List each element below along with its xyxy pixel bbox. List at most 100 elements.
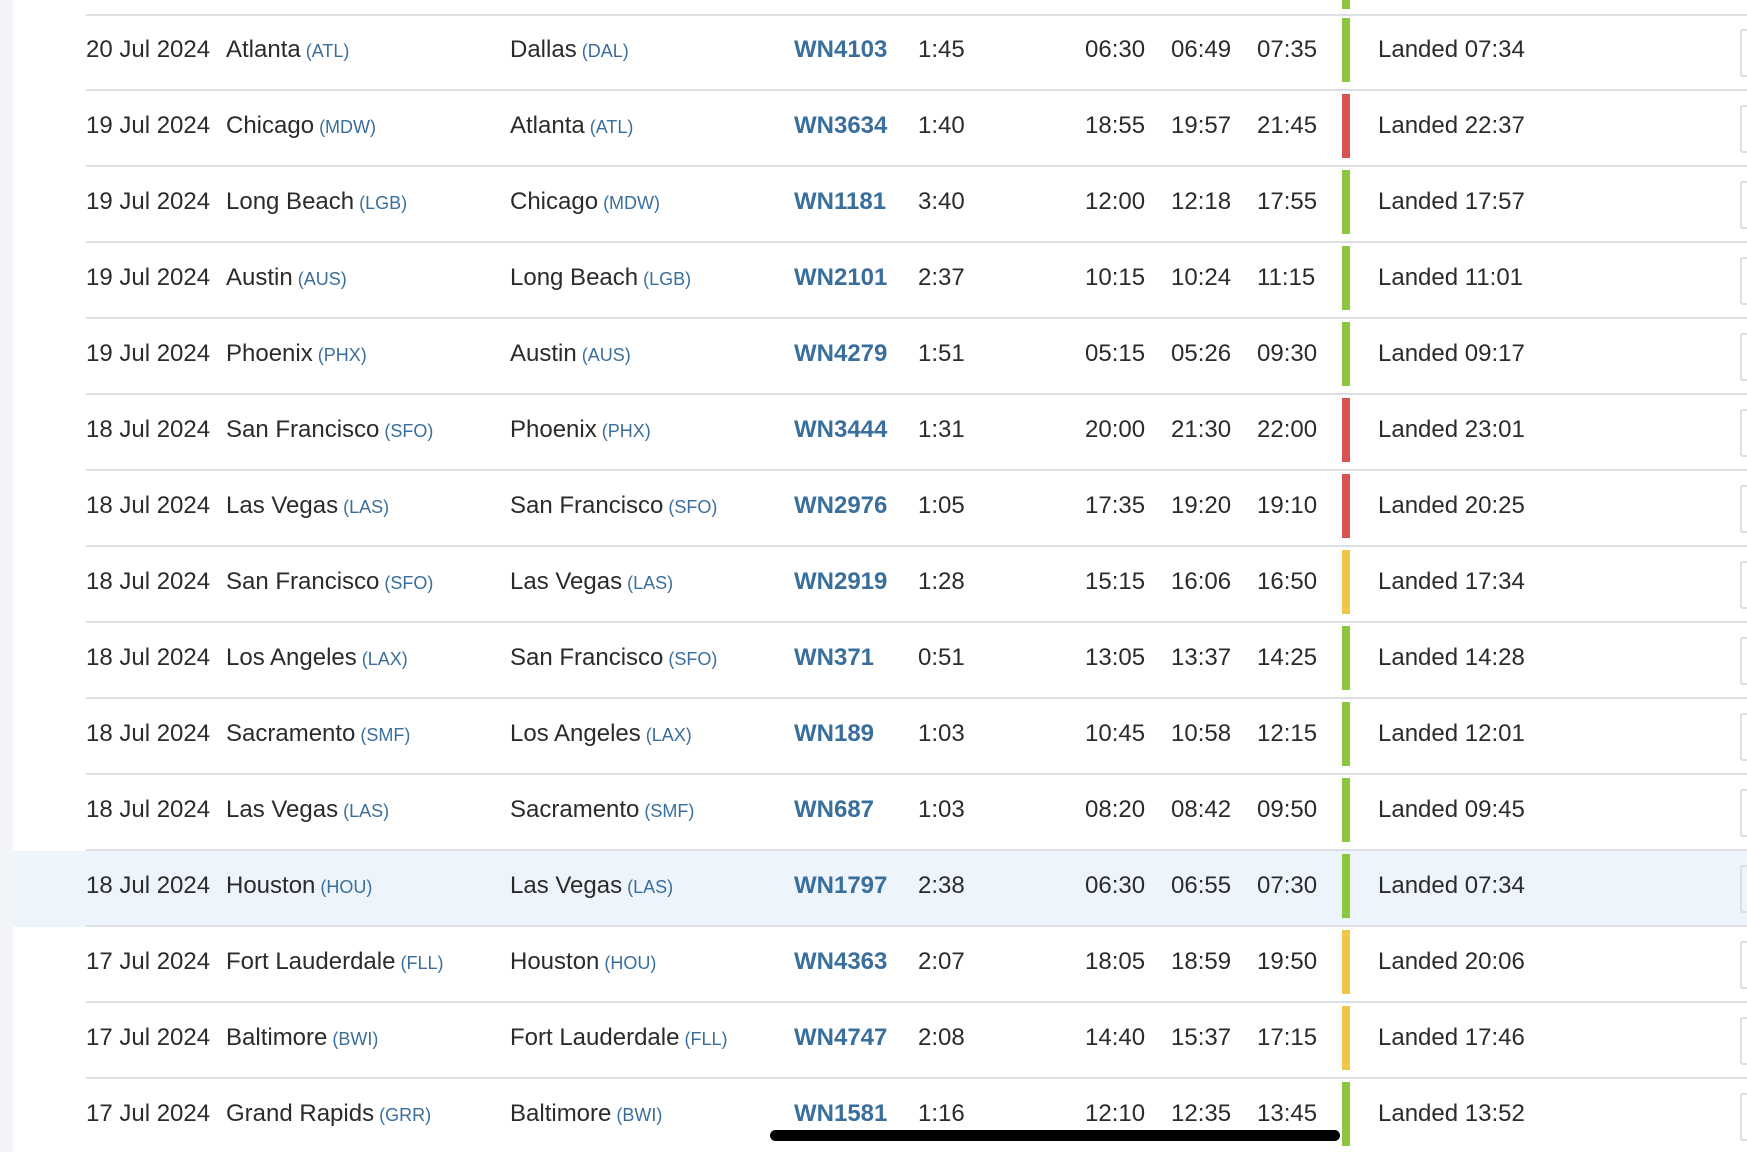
scheduled-arrival-time: 14:25 [1257, 644, 1318, 671]
row-action-button[interactable] [1740, 713, 1747, 761]
origin-iata-code[interactable]: (LAX) [362, 649, 408, 669]
status-bar-previous-row [1342, 0, 1350, 9]
destination-iata-code[interactable]: (ATL) [590, 117, 634, 137]
destination-iata-code[interactable]: (HOU) [604, 953, 656, 973]
flight-row[interactable]: 18 Jul 2024 Las Vegas (LAS) Sacramento (SM… [0, 775, 1747, 851]
origin-iata-code[interactable]: (MDW) [319, 117, 376, 137]
flight-number-link[interactable]: WN687 [794, 775, 874, 851]
scheduled-arrival-time: 07:35 [1257, 36, 1318, 63]
origin-city: Long Beach [226, 188, 355, 215]
destination-iata-code[interactable]: (PHX) [602, 421, 651, 441]
flight-row[interactable]: 18 Jul 2024 San Francisco (SFO) Phoenix (P… [0, 395, 1747, 471]
destination-iata-code[interactable]: (LAS) [627, 877, 673, 897]
origin-iata-code[interactable]: (BWI) [332, 1029, 378, 1049]
row-action-button[interactable] [1740, 409, 1747, 457]
flight-number-link[interactable]: WN1181 [794, 167, 886, 243]
flight-status: Landed 14:28 [1378, 644, 1525, 671]
origin-iata-code[interactable]: (ATL) [306, 41, 350, 61]
row-action-button[interactable] [1740, 485, 1747, 533]
actual-departure-time: 12:18 [1171, 188, 1232, 215]
flight-number-link[interactable]: WN2976 [794, 471, 887, 547]
scheduled-departure-time: 18:05 [1085, 948, 1146, 975]
destination-iata-code[interactable]: (FLL) [684, 1029, 727, 1049]
destination-city: Baltimore [510, 1100, 612, 1127]
flight-number-link[interactable]: WN4279 [794, 319, 887, 395]
destination-airport: Fort Lauderdale (FLL) [510, 1003, 727, 1079]
origin-iata-code[interactable]: (SMF) [360, 725, 410, 745]
origin-city: Los Angeles [226, 644, 357, 671]
row-action-button[interactable] [1740, 561, 1747, 609]
origin-city: Sacramento [226, 720, 356, 747]
flight-number-link[interactable]: WN189 [794, 699, 874, 775]
flight-row[interactable]: 18 Jul 2024 Los Angeles (LAX) San Francis… [0, 623, 1747, 699]
flight-row[interactable]: 18 Jul 2024 Sacramento (SMF) Los Angeles(… [0, 699, 1747, 775]
flight-row[interactable]: 17 Jul 2024 Baltimore (BWI) Fort Lauderda… [0, 1003, 1747, 1079]
destination-iata-code[interactable]: (MDW) [603, 193, 660, 213]
origin-iata-code[interactable]: (AUS) [298, 269, 347, 289]
row-action-button[interactable] [1740, 637, 1747, 685]
row-action-button[interactable] [1740, 865, 1747, 913]
destination-iata-code[interactable]: (SFO) [668, 649, 717, 669]
flight-row[interactable]: 19 Jul 2024 Long Beach (LGB) Chicago (MDW)… [0, 167, 1747, 243]
actual-departure-time: 10:58 [1171, 720, 1232, 747]
flight-row[interactable]: 19 Jul 2024 Chicago (MDW) Atlanta (ATL) WN… [0, 91, 1747, 167]
flight-number-link[interactable]: WN2919 [794, 547, 887, 623]
flight-number-link[interactable]: WN4103 [794, 15, 887, 91]
flight-row[interactable]: 17 Jul 2024 Fort Lauderdale (FLL) Houston… [0, 927, 1747, 1003]
row-action-button[interactable] [1740, 105, 1747, 153]
row-action-button[interactable] [1740, 333, 1747, 381]
flight-row[interactable]: 18 Jul 2024 Las Vegas (LAS) San Francisco… [0, 471, 1747, 547]
flight-number-link[interactable]: WN1797 [794, 851, 887, 927]
flight-row[interactable]: 17 Jul 2024 Grand Rapids (GRR) Baltimore(… [0, 1079, 1747, 1152]
scheduled-arrival-time: 07:30 [1257, 872, 1318, 899]
origin-iata-code[interactable]: (LGB) [359, 193, 407, 213]
arrival-status-indicator [1342, 626, 1350, 690]
flight-number-link[interactable]: WN3634 [794, 91, 887, 167]
flight-row[interactable]: 20 Jul 2024 Atlanta (ATL) Dallas (DAL) WN4… [0, 15, 1747, 91]
flight-date: 18 Jul 2024 [86, 720, 211, 747]
origin-iata-code[interactable]: (GRR) [379, 1105, 431, 1125]
flight-number-link[interactable]: WN4747 [794, 1003, 887, 1079]
origin-iata-code[interactable]: (SFO) [384, 573, 433, 593]
destination-iata-code[interactable]: (DAL) [582, 41, 629, 61]
origin-iata-code[interactable]: (PHX) [318, 345, 367, 365]
arrival-status-indicator [1342, 246, 1350, 310]
flight-number-link[interactable]: WN4363 [794, 927, 887, 1003]
flight-number-link[interactable]: WN2101 [794, 243, 887, 319]
row-action-button[interactable] [1740, 257, 1747, 305]
row-action-button[interactable] [1740, 1093, 1747, 1141]
row-action-button[interactable] [1740, 789, 1747, 837]
scheduled-arrival-time: 09:30 [1257, 340, 1318, 367]
destination-iata-code[interactable]: (SFO) [668, 497, 717, 517]
origin-iata-code[interactable]: (LAS) [343, 801, 389, 821]
row-action-button[interactable] [1740, 181, 1747, 229]
flight-row[interactable]: 18 Jul 2024 Houston (HOU) Las Vegas (LAS) … [0, 851, 1747, 927]
row-action-button[interactable] [1740, 941, 1747, 989]
flight-status: Landed 07:34 [1378, 872, 1525, 899]
origin-iata-code[interactable]: (LAS) [343, 497, 389, 517]
destination-iata-code[interactable]: (BWI) [616, 1105, 662, 1125]
flight-row[interactable]: 19 Jul 2024 Austin (AUS) Long Beach (LGB) … [0, 243, 1747, 319]
origin-city: Grand Rapids [226, 1100, 375, 1127]
row-action-button[interactable] [1740, 29, 1747, 77]
flight-row[interactable]: 18 Jul 2024 San Francisco (SFO) Las Vegas… [0, 547, 1747, 623]
row-action-button[interactable] [1740, 1017, 1747, 1065]
flight-number-link[interactable]: WN1581 [794, 1079, 887, 1152]
origin-iata-code[interactable]: (FLL) [400, 953, 443, 973]
destination-iata-code[interactable]: (SMF) [644, 801, 694, 821]
origin-iata-code[interactable]: (SFO) [384, 421, 433, 441]
destination-iata-code[interactable]: (LAX) [646, 725, 692, 745]
scheduled-departure-time: 15:15 [1085, 568, 1146, 595]
home-indicator-bar[interactable] [770, 1130, 1340, 1141]
flight-duration: 3:40 [918, 188, 965, 215]
flight-number-link[interactable]: WN3444 [794, 395, 887, 471]
destination-iata-code[interactable]: (AUS) [582, 345, 631, 365]
flight-date: 18 Jul 2024 [86, 872, 211, 899]
origin-iata-code[interactable]: (HOU) [320, 877, 372, 897]
destination-iata-code[interactable]: (LAS) [627, 573, 673, 593]
flight-number-link[interactable]: WN371 [794, 623, 874, 699]
actual-departure-time: 16:06 [1171, 568, 1232, 595]
flight-row[interactable]: 19 Jul 2024 Phoenix (PHX) Austin (AUS) WN4… [0, 319, 1747, 395]
destination-airport: Las Vegas (LAS) [510, 547, 673, 623]
destination-iata-code[interactable]: (LGB) [643, 269, 691, 289]
